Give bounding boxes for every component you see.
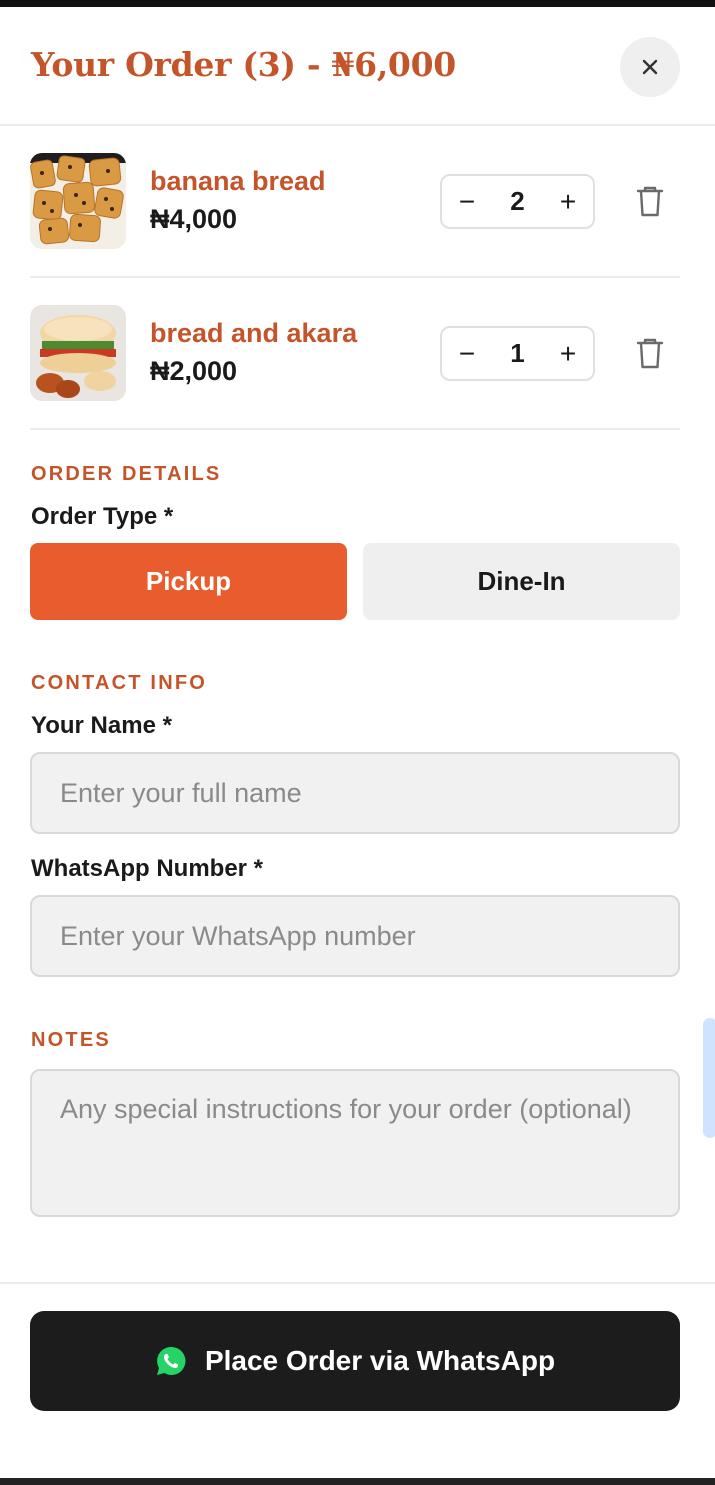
- whatsapp-label: WhatsApp Number *: [31, 855, 264, 882]
- quantity-value: 1: [510, 338, 525, 368]
- close-button[interactable]: [620, 37, 680, 97]
- increase-quantity-button[interactable]: +: [543, 328, 593, 379]
- place-order-button[interactable]: Place Order via WhatsApp: [30, 1311, 680, 1411]
- place-order-label: Place Order via WhatsApp: [204, 1345, 556, 1376]
- order-title: Your Order (3) - ₦6,000: [31, 45, 456, 84]
- order-type-label: Order Type *: [31, 503, 174, 530]
- top-bar: [0, 0, 715, 7]
- increase-quantity-button[interactable]: +: [543, 176, 593, 227]
- remove-item-button[interactable]: [634, 184, 666, 218]
- dine-in-option-button[interactable]: Dine-In: [363, 543, 680, 620]
- name-label: Your Name *: [31, 712, 172, 739]
- pickup-option-button[interactable]: Pickup: [30, 543, 347, 620]
- bottom-bar: [0, 1478, 715, 1485]
- remove-item-button[interactable]: [634, 336, 666, 370]
- bread-and-akara-image: [30, 305, 126, 401]
- notes-heading: NOTES: [31, 1029, 111, 1051]
- notes-textarea[interactable]: [30, 1069, 680, 1217]
- contact-info-heading: CONTACT INFO: [31, 672, 208, 694]
- cart-item: bread and akara ₦2,000 − 1 +: [30, 278, 680, 430]
- close-icon: [642, 59, 658, 75]
- item-name: banana bread: [150, 166, 326, 196]
- order-header: Your Order (3) - ₦6,000: [0, 7, 715, 126]
- item-name: bread and akara: [150, 318, 358, 348]
- cart-item: banana bread ₦4,000 − 2 +: [30, 126, 680, 278]
- quantity-value: 2: [510, 186, 525, 216]
- side-scroll-tab[interactable]: [703, 1018, 715, 1138]
- quantity-stepper: − 2 +: [440, 174, 595, 229]
- quantity-stepper: − 1 +: [440, 326, 595, 381]
- decrease-quantity-button[interactable]: −: [442, 176, 492, 227]
- trash-icon: [636, 338, 664, 369]
- trash-icon: [636, 186, 664, 217]
- whatsapp-number-input[interactable]: [30, 895, 680, 977]
- banana-bread-image: [30, 153, 126, 249]
- name-input[interactable]: [30, 752, 680, 834]
- order-details-heading: ORDER DETAILS: [31, 463, 222, 485]
- footer-divider: [0, 1282, 715, 1284]
- whatsapp-icon: [156, 1346, 186, 1375]
- decrease-quantity-button[interactable]: −: [442, 328, 492, 379]
- item-price: ₦4,000: [150, 204, 238, 234]
- item-price: ₦2,000: [150, 356, 238, 386]
